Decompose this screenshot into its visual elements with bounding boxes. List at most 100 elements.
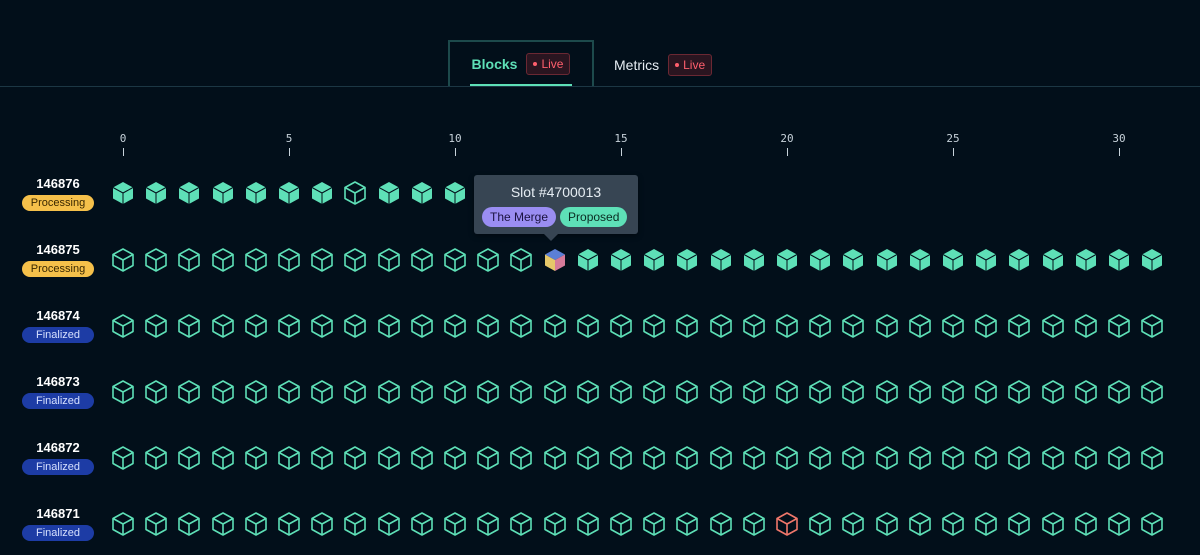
outline-cube-icon[interactable] <box>575 511 601 537</box>
outline-cube-icon[interactable] <box>674 379 700 405</box>
outline-cube-icon[interactable] <box>1106 511 1132 537</box>
outline-cube-icon[interactable] <box>409 247 435 273</box>
outline-cube-icon[interactable] <box>542 511 568 537</box>
filled-cube-icon[interactable] <box>1073 247 1099 273</box>
outline-cube-icon[interactable] <box>342 180 368 206</box>
outline-cube-icon[interactable] <box>741 313 767 339</box>
outline-cube-icon[interactable] <box>309 379 335 405</box>
outline-cube-icon[interactable] <box>1006 445 1032 471</box>
outline-cube-icon[interactable] <box>774 313 800 339</box>
outline-cube-icon[interactable] <box>508 445 534 471</box>
epoch-number[interactable]: 146874 <box>20 308 96 323</box>
outline-cube-icon[interactable] <box>807 445 833 471</box>
outline-cube-icon[interactable] <box>807 379 833 405</box>
outline-cube-icon[interactable] <box>1139 445 1165 471</box>
outline-cube-icon[interactable] <box>376 511 402 537</box>
outline-cube-icon[interactable] <box>143 379 169 405</box>
outline-cube-icon[interactable] <box>1073 511 1099 537</box>
outline-cube-icon[interactable] <box>774 379 800 405</box>
outline-cube-icon[interactable] <box>276 445 302 471</box>
filled-cube-icon[interactable] <box>807 247 833 273</box>
filled-cube-icon[interactable] <box>874 247 900 273</box>
filled-cube-icon[interactable] <box>774 247 800 273</box>
outline-cube-icon[interactable] <box>309 313 335 339</box>
outline-cube-icon[interactable] <box>708 379 734 405</box>
outline-cube-icon[interactable] <box>442 379 468 405</box>
outline-cube-icon[interactable] <box>542 379 568 405</box>
outline-cube-icon[interactable] <box>309 445 335 471</box>
outline-cube-icon[interactable] <box>674 445 700 471</box>
outline-cube-icon[interactable] <box>973 313 999 339</box>
filled-cube-icon[interactable] <box>940 247 966 273</box>
outline-cube-icon[interactable] <box>143 247 169 273</box>
outline-cube-icon[interactable] <box>940 379 966 405</box>
outline-cube-icon[interactable] <box>243 247 269 273</box>
outline-cube-icon[interactable] <box>575 445 601 471</box>
outline-cube-icon[interactable] <box>475 511 501 537</box>
outline-cube-icon[interactable] <box>176 445 202 471</box>
outline-cube-icon[interactable] <box>309 511 335 537</box>
outline-cube-icon[interactable] <box>143 445 169 471</box>
filled-cube-icon[interactable] <box>608 247 634 273</box>
outline-cube-icon[interactable] <box>1006 511 1032 537</box>
outline-cube-icon[interactable] <box>641 313 667 339</box>
filled-cube-icon[interactable] <box>276 180 302 206</box>
outline-cube-icon[interactable] <box>1040 511 1066 537</box>
outline-cube-icon[interactable] <box>608 379 634 405</box>
outline-cube-icon[interactable] <box>176 313 202 339</box>
outline-cube-icon[interactable] <box>973 445 999 471</box>
outline-cube-icon[interactable] <box>1106 379 1132 405</box>
outline-cube-icon[interactable] <box>475 445 501 471</box>
filled-cube-icon[interactable] <box>973 247 999 273</box>
outline-cube-icon[interactable] <box>807 313 833 339</box>
outline-cube-icon[interactable] <box>342 247 368 273</box>
filled-cube-icon[interactable] <box>442 180 468 206</box>
outline-cube-icon[interactable] <box>907 445 933 471</box>
outline-cube-icon[interactable] <box>110 313 136 339</box>
outline-cube-icon[interactable] <box>1006 379 1032 405</box>
outline-cube-icon[interactable] <box>210 379 236 405</box>
outline-cube-icon[interactable] <box>243 379 269 405</box>
outline-cube-icon[interactable] <box>575 313 601 339</box>
outline-cube-icon[interactable] <box>210 247 236 273</box>
outline-cube-icon[interactable] <box>774 445 800 471</box>
outline-cube-icon[interactable] <box>608 313 634 339</box>
outline-cube-icon[interactable] <box>575 379 601 405</box>
epoch-number[interactable]: 146873 <box>20 374 96 389</box>
outline-cube-icon[interactable] <box>342 511 368 537</box>
outline-cube-icon[interactable] <box>907 379 933 405</box>
outline-cube-icon[interactable] <box>840 511 866 537</box>
epoch-number[interactable]: 146872 <box>20 440 96 455</box>
filled-cube-icon[interactable] <box>376 180 402 206</box>
outline-cube-icon[interactable] <box>243 511 269 537</box>
outline-cube-icon[interactable] <box>342 313 368 339</box>
outline-cube-icon[interactable] <box>741 379 767 405</box>
filled-cube-icon[interactable] <box>1139 247 1165 273</box>
filled-cube-icon[interactable] <box>110 180 136 206</box>
outline-cube-icon[interactable] <box>708 445 734 471</box>
outline-cube-icon[interactable] <box>840 379 866 405</box>
outline-cube-icon[interactable] <box>442 247 468 273</box>
outline-cube-icon[interactable] <box>110 445 136 471</box>
outline-cube-icon[interactable] <box>940 445 966 471</box>
outline-cube-icon[interactable] <box>276 511 302 537</box>
outline-cube-icon[interactable] <box>608 511 634 537</box>
outline-cube-icon[interactable] <box>542 445 568 471</box>
outline-cube-icon[interactable] <box>940 313 966 339</box>
outline-cube-icon[interactable] <box>674 313 700 339</box>
filled-cube-icon[interactable] <box>210 180 236 206</box>
outline-cube-icon[interactable] <box>276 379 302 405</box>
epoch-number[interactable]: 146871 <box>20 506 96 521</box>
outline-cube-icon[interactable] <box>1073 445 1099 471</box>
filled-cube-icon[interactable] <box>1040 247 1066 273</box>
outline-cube-icon[interactable] <box>1040 379 1066 405</box>
outline-cube-icon[interactable] <box>641 379 667 405</box>
filled-cube-icon[interactable] <box>176 180 202 206</box>
outline-cube-icon[interactable] <box>741 445 767 471</box>
outline-cube-icon[interactable] <box>442 313 468 339</box>
outline-cube-icon[interactable] <box>409 445 435 471</box>
outline-cube-icon[interactable] <box>276 247 302 273</box>
outline-cube-icon[interactable] <box>342 379 368 405</box>
outline-cube-icon[interactable] <box>210 313 236 339</box>
filled-cube-icon[interactable] <box>708 247 734 273</box>
